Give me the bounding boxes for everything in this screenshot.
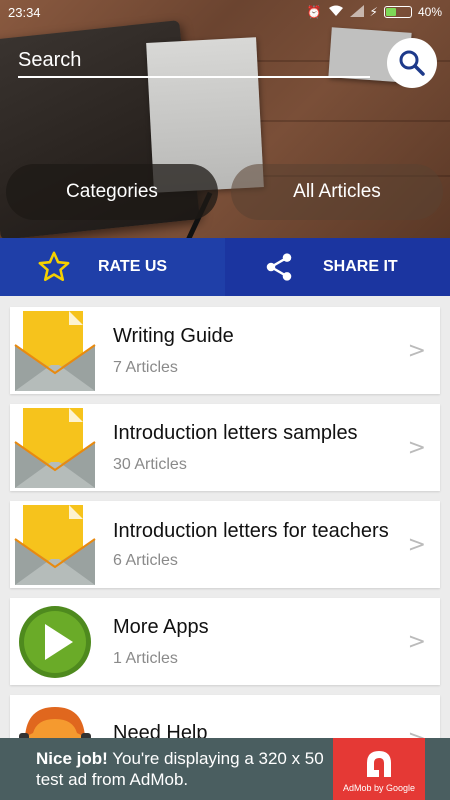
rate-us-button[interactable]: RATE US: [0, 238, 225, 296]
item-title: Introduction letters samples: [113, 422, 358, 444]
play-icon: [10, 599, 100, 684]
star-icon: [36, 249, 72, 285]
wifi-icon: [328, 5, 344, 20]
tab-categories[interactable]: Categories: [6, 164, 218, 220]
rate-us-label: RATE US: [98, 258, 168, 275]
search-button[interactable]: [387, 38, 437, 88]
envelope-icon: [10, 502, 100, 587]
tab-categories-label: Categories: [66, 181, 158, 202]
item-count: 30 Articles: [113, 456, 187, 473]
chevron-right-icon: >: [407, 338, 426, 363]
status-bar: 23:34 ⏰ ⚡ 40%: [0, 0, 450, 24]
item-count: 6 Articles: [113, 552, 178, 569]
search-icon: [399, 50, 425, 76]
chevron-right-icon: >: [407, 532, 426, 557]
status-time: 23:34: [8, 4, 41, 20]
tab-all-articles[interactable]: All Articles: [231, 164, 443, 220]
ad-logo-caption: AdMob by Google: [342, 783, 416, 793]
ad-banner[interactable]: Nice job! You're displaying a 320 x 50 t…: [0, 738, 450, 800]
search-bar: [18, 38, 438, 88]
share-icon: [261, 249, 297, 285]
item-title: Introduction letters for teachers: [113, 520, 389, 542]
envelope-icon: [10, 405, 100, 490]
chevron-right-icon: >: [407, 629, 426, 654]
battery-icon: [383, 6, 412, 18]
admob-icon: [367, 751, 391, 777]
ad-bold: Nice job!: [36, 749, 108, 768]
action-bar: RATE US SHARE IT: [0, 238, 450, 296]
alarm-icon: ⏰: [306, 5, 322, 19]
tab-all-articles-label: All Articles: [293, 181, 381, 202]
item-title: Writing Guide: [113, 325, 234, 347]
charging-icon: ⚡: [369, 5, 378, 19]
list-item-writing-guide[interactable]: Writing Guide 7 Articles >: [10, 307, 440, 394]
list-item-introduction-letters-samples[interactable]: Introduction letters samples 30 Articles…: [10, 404, 440, 491]
search-input[interactable]: [18, 44, 370, 78]
item-title: More Apps: [113, 616, 209, 638]
envelope-icon: [10, 308, 100, 393]
category-list: Writing Guide 7 Articles > Introduction …: [10, 307, 440, 792]
list-item-introduction-letters-teachers[interactable]: Introduction letters for teachers 6 Arti…: [10, 501, 440, 588]
battery-percent: 40%: [417, 5, 442, 19]
share-it-label: SHARE IT: [323, 258, 398, 275]
item-count: 1 Articles: [113, 650, 178, 667]
ad-text: Nice job! You're displaying a 320 x 50 t…: [0, 748, 333, 790]
share-it-button[interactable]: SHARE IT: [225, 238, 450, 296]
signal-icon: [349, 4, 364, 20]
item-count: 7 Articles: [113, 359, 178, 376]
admob-logo: AdMob by Google: [333, 738, 425, 800]
list-item-more-apps[interactable]: More Apps 1 Articles >: [10, 598, 440, 685]
chevron-right-icon: >: [407, 435, 426, 460]
